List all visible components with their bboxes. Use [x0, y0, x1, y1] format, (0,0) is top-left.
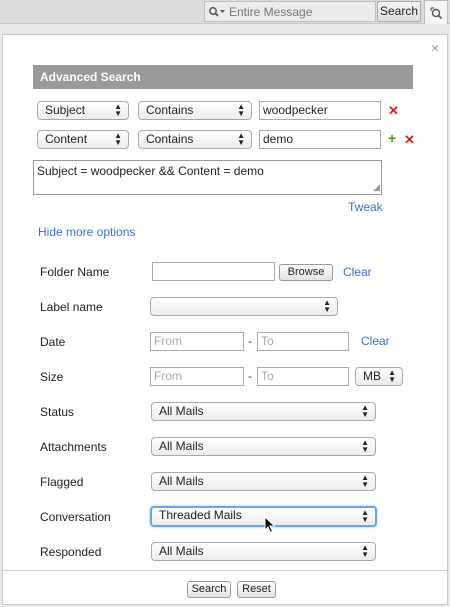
- size-unit-value: MB: [363, 369, 381, 383]
- criteria-1-operator-select[interactable]: Contains ▲ ▼: [138, 101, 252, 120]
- quick-search-button[interactable]: Search: [377, 1, 421, 22]
- conversation-label: Conversation: [40, 510, 111, 524]
- size-unit-select[interactable]: MB ▲ ▼: [355, 367, 403, 386]
- select-arrows-icon: ▲ ▼: [361, 473, 369, 489]
- criteria-2-operator-select[interactable]: Contains ▲ ▼: [138, 130, 252, 149]
- select-arrows-icon: ▲ ▼: [388, 368, 396, 384]
- size-label: Size: [40, 370, 64, 384]
- browse-button[interactable]: Browse: [279, 264, 333, 281]
- select-arrows-icon: ▲ ▼: [361, 508, 369, 524]
- date-from-input[interactable]: From: [150, 332, 244, 351]
- query-expression-text: Subject = woodpecker && Content = demo: [37, 164, 264, 178]
- status-value: All Mails: [159, 404, 204, 418]
- criteria-2-field-value: Content: [45, 132, 88, 146]
- select-arrows-icon: ▲ ▼: [361, 543, 369, 559]
- label-name-select[interactable]: ▲ ▼: [150, 297, 338, 316]
- responded-select[interactable]: All Mails ▲ ▼: [151, 542, 376, 561]
- criteria-1-value-input[interactable]: woodpecker: [259, 101, 381, 120]
- reset-button[interactable]: Reset: [237, 581, 276, 598]
- criteria-1-field-select[interactable]: Subject ▲ ▼: [37, 101, 129, 120]
- advanced-search-icon[interactable]: [424, 0, 448, 24]
- date-label: Date: [40, 335, 66, 349]
- status-label: Status: [40, 405, 75, 419]
- select-arrows-icon: ▲ ▼: [361, 403, 369, 419]
- attachments-label: Attachments: [40, 440, 107, 454]
- responded-label: Responded: [40, 545, 102, 559]
- folder-name-input[interactable]: [152, 262, 275, 281]
- attachments-select[interactable]: All Mails ▲ ▼: [151, 437, 376, 456]
- date-to-input[interactable]: To: [257, 332, 349, 351]
- resize-grip-icon[interactable]: ◢: [373, 182, 380, 193]
- footer-divider: [3, 570, 447, 571]
- query-expression-textarea[interactable]: Subject = woodpecker && Content = demo ◢: [33, 160, 382, 195]
- criteria-2-operator-value: Contains: [146, 132, 194, 146]
- size-separator: -: [248, 369, 252, 383]
- date-clear-link[interactable]: Clear: [361, 334, 390, 348]
- size-from-input[interactable]: From: [150, 367, 244, 386]
- label-name-label: Label name: [40, 300, 103, 314]
- status-select[interactable]: All Mails ▲ ▼: [151, 402, 376, 421]
- select-arrows-icon: ▲ ▼: [114, 102, 122, 118]
- remove-criteria-2-icon[interactable]: ✕: [404, 132, 415, 148]
- attachments-value: All Mails: [159, 439, 204, 453]
- search-scope-icon[interactable]: [205, 2, 229, 21]
- select-arrows-icon: ▲ ▼: [237, 102, 245, 118]
- remove-criteria-1-icon[interactable]: ✕: [388, 103, 399, 119]
- quick-search-input[interactable]: [229, 2, 369, 21]
- size-to-input[interactable]: To: [257, 367, 349, 386]
- close-icon[interactable]: ×: [431, 40, 439, 56]
- criteria-1-operator-value: Contains: [146, 103, 194, 117]
- criteria-1-field-value: Subject: [45, 103, 86, 117]
- conversation-value: Threaded Mails: [159, 508, 242, 522]
- select-arrows-icon: ▲ ▼: [323, 298, 331, 314]
- flagged-select[interactable]: All Mails ▲ ▼: [151, 472, 376, 491]
- flagged-label: Flagged: [40, 475, 84, 489]
- quick-search-box[interactable]: [204, 1, 376, 22]
- folder-name-label: Folder Name: [40, 265, 110, 279]
- panel-title: Advanced Search: [33, 65, 413, 89]
- select-arrows-icon: ▲ ▼: [361, 438, 369, 454]
- hide-more-options-link[interactable]: Hide more options: [38, 225, 135, 239]
- criteria-2-field-select[interactable]: Content ▲ ▼: [37, 130, 129, 149]
- responded-value: All Mails: [159, 544, 204, 558]
- folder-clear-link[interactable]: Clear: [343, 265, 372, 279]
- date-separator: -: [248, 334, 252, 348]
- criteria-2-value-input[interactable]: demo: [259, 130, 381, 149]
- mouse-pointer-icon: [264, 515, 276, 537]
- select-arrows-icon: ▲ ▼: [114, 131, 122, 147]
- search-button[interactable]: Search: [187, 581, 231, 598]
- add-criteria-icon[interactable]: +: [388, 130, 396, 146]
- tweak-link[interactable]: Tweak: [348, 200, 383, 214]
- select-arrows-icon: ▲ ▼: [237, 131, 245, 147]
- flagged-value: All Mails: [159, 474, 204, 488]
